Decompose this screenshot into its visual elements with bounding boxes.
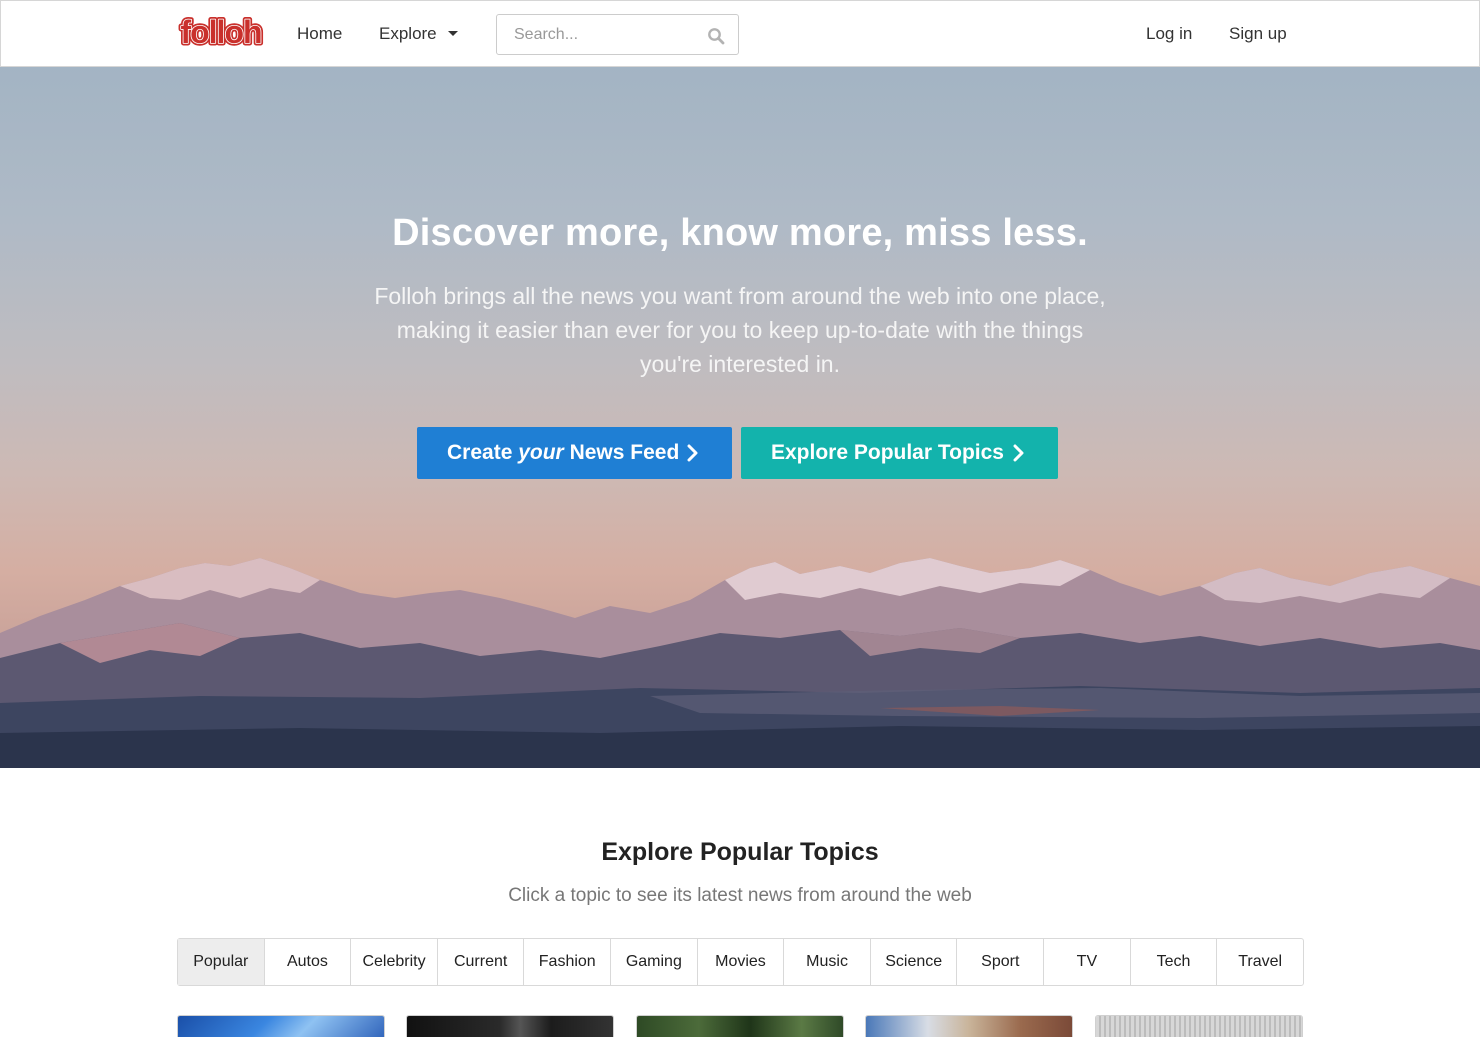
tab-science[interactable]: Science xyxy=(871,939,958,985)
article-thumbnail xyxy=(866,1016,1072,1037)
chevron-right-icon xyxy=(1013,444,1024,462)
folloh-logo[interactable]: folloh folloh folloh xyxy=(178,16,264,50)
article-card[interactable] xyxy=(636,1015,844,1037)
tab-current[interactable]: Current xyxy=(438,939,525,985)
top-navbar: folloh folloh folloh Home Explore Log in… xyxy=(0,0,1480,67)
article-card[interactable] xyxy=(406,1015,614,1037)
search-input[interactable] xyxy=(497,15,697,54)
signup-link[interactable]: Sign up xyxy=(1229,23,1287,45)
hero-subtitle: Folloh brings all the news you want from… xyxy=(374,283,1106,377)
mountain-background-image xyxy=(0,558,1480,768)
article-thumbnail xyxy=(407,1016,613,1037)
tab-celebrity[interactable]: Celebrity xyxy=(351,939,438,985)
search-box xyxy=(496,14,739,55)
topics-section-subtitle: Click a topic to see its latest news fro… xyxy=(508,885,972,906)
explore-popular-topics-button[interactable]: Explore Popular Topics xyxy=(741,427,1058,479)
hero-banner: Discover more, know more, miss less. Fol… xyxy=(0,67,1480,768)
caret-down-icon[interactable] xyxy=(448,31,458,36)
chevron-right-icon xyxy=(687,444,698,462)
nav-explore-dropdown[interactable]: Explore xyxy=(379,23,437,45)
hero-title: Discover more, know more, miss less. xyxy=(392,212,1088,254)
nav-home-link[interactable]: Home xyxy=(297,23,342,45)
create-news-feed-button[interactable]: Create your News Feed xyxy=(417,427,732,479)
article-thumbnail xyxy=(178,1016,384,1037)
svg-text:folloh: folloh xyxy=(180,16,261,50)
article-card[interactable] xyxy=(865,1015,1073,1037)
tab-music[interactable]: Music xyxy=(784,939,871,985)
create-button-prefix: Create xyxy=(447,441,513,464)
create-button-emphasis: your xyxy=(518,441,564,464)
tab-autos[interactable]: Autos xyxy=(265,939,352,985)
login-link[interactable]: Log in xyxy=(1146,23,1192,45)
topic-tabs: Popular Autos Celebrity Current Fashion … xyxy=(177,938,1304,986)
article-thumbnail xyxy=(637,1016,843,1037)
tab-gaming[interactable]: Gaming xyxy=(611,939,698,985)
tab-sport[interactable]: Sport xyxy=(957,939,1045,985)
tab-popular[interactable]: Popular xyxy=(178,939,265,985)
explore-button-label: Explore Popular Topics xyxy=(771,441,1004,464)
tab-fashion[interactable]: Fashion xyxy=(524,939,612,985)
topics-section-title: Explore Popular Topics xyxy=(601,838,879,866)
article-card[interactable] xyxy=(1095,1015,1303,1037)
tab-tv[interactable]: TV xyxy=(1044,939,1131,985)
tab-travel[interactable]: Travel xyxy=(1217,939,1303,985)
tab-tech[interactable]: Tech xyxy=(1131,939,1218,985)
article-thumbnail xyxy=(1096,1016,1302,1037)
article-card[interactable] xyxy=(177,1015,385,1037)
tab-movies[interactable]: Movies xyxy=(698,939,785,985)
create-button-suffix: News Feed xyxy=(569,441,680,464)
search-icon[interactable] xyxy=(707,27,725,45)
